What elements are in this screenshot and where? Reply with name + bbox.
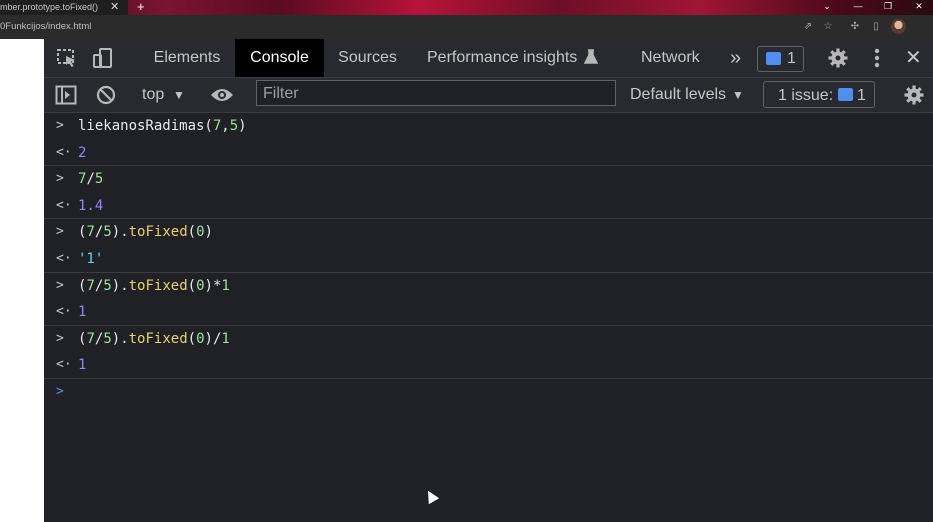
input-prompt-icon: > (56, 277, 64, 293)
levels-dropdown-icon[interactable]: ▼ (732, 78, 744, 112)
device-toolbar-icon[interactable] (92, 47, 114, 69)
console-result-row[interactable]: <· 1 (44, 299, 933, 326)
tab-search-icon[interactable]: ⌄ (812, 0, 842, 15)
url-text[interactable]: 0Funkcijos/index.html (0, 15, 91, 39)
input-prompt-icon: > (56, 118, 64, 133)
restore-icon[interactable]: ❐ (873, 0, 903, 15)
devtools-panel: Elements Console Sources Performance ins… (44, 39, 933, 522)
result-arrow-icon: <· (56, 250, 72, 266)
message-icon (766, 52, 781, 65)
console-input-row[interactable]: > (7/5).toFixed(0) (44, 219, 933, 246)
issues-label: 1 issue: (778, 87, 834, 104)
input-prompt-icon: > (56, 171, 64, 187)
browser-tab-title: mber.prototype.toFixed() - Jav (0, 2, 100, 12)
settings-gear-icon[interactable] (828, 48, 848, 68)
console-result-row[interactable]: <· '1' (44, 246, 933, 273)
console-result-text[interactable]: 1 (78, 299, 86, 326)
console-input-row[interactable]: > 7/5 (44, 166, 933, 193)
context-dropdown-icon[interactable]: ▼ (173, 78, 185, 112)
minimize-icon[interactable]: — (843, 0, 873, 15)
inspect-element-icon[interactable] (56, 48, 78, 68)
side-panel-icon[interactable]: ▯ (870, 21, 882, 33)
share-icon[interactable]: ⇗ (802, 21, 814, 33)
experimental-flask-icon (584, 49, 598, 64)
result-arrow-icon: <· (56, 144, 72, 160)
console-input-text[interactable]: (7/5).toFixed(0)*1 (78, 273, 230, 300)
tab-performance-insights[interactable]: Performance insights (427, 39, 577, 77)
console-result-text[interactable]: 1 (78, 352, 86, 379)
clear-console-icon[interactable] (96, 85, 116, 105)
bookmark-star-icon[interactable]: ☆ (822, 21, 834, 33)
console-input-text[interactable]: (7/5).toFixed(0)/1 (78, 326, 230, 353)
devtools-tab-bar: Elements Console Sources Performance ins… (44, 39, 933, 78)
console-prompt-row[interactable]: > (44, 379, 933, 406)
console-output[interactable]: > liekanosRadimas(7,5) <· 2 > 7/5 <· 1.4… (44, 113, 933, 406)
console-input-row[interactable]: > (7/5).toFixed(0)*1 (44, 273, 933, 300)
extensions-icon[interactable]: ✣ (849, 21, 861, 33)
page-content-area (0, 39, 44, 522)
tab-sources[interactable]: Sources (324, 39, 411, 77)
input-prompt-icon: > (56, 224, 64, 240)
messages-count: 1 (787, 50, 796, 67)
console-input-row[interactable]: > liekanosRadimas(7,5) (44, 113, 933, 140)
browser-tab[interactable]: mber.prototype.toFixed() - Jav ✕ (0, 0, 128, 15)
close-tab-icon[interactable]: ✕ (110, 0, 119, 15)
messages-button[interactable]: 1 (757, 46, 804, 72)
tab-console[interactable]: Console (235, 39, 324, 77)
tab-elements[interactable]: Elements (139, 39, 235, 77)
console-input-text[interactable]: liekanosRadimas(7,5) (78, 113, 247, 140)
more-tabs-chevron-icon[interactable]: » (730, 39, 741, 77)
console-input-text[interactable]: 7/5 (78, 166, 103, 193)
console-input-row[interactable]: > (7/5).toFixed(0)/1 (44, 326, 933, 353)
filter-input[interactable]: Filter (256, 80, 616, 106)
window-close-icon[interactable]: ✕ (904, 0, 933, 15)
sidebar-toggle-icon[interactable] (55, 85, 77, 105)
input-prompt-icon: > (56, 330, 64, 346)
result-arrow-icon: <· (56, 304, 72, 320)
profile-avatar[interactable] (891, 19, 906, 34)
console-result-text[interactable]: 1.4 (78, 193, 103, 220)
console-result-row[interactable]: <· 1 (44, 352, 933, 379)
context-selector[interactable]: top (142, 78, 164, 112)
active-prompt-icon: > (56, 383, 64, 399)
console-settings-gear-icon[interactable] (904, 85, 924, 105)
more-options-icon[interactable] (874, 48, 880, 68)
result-arrow-icon: <· (56, 357, 72, 373)
console-result-row[interactable]: <· 1.4 (44, 193, 933, 220)
log-levels-dropdown[interactable]: Default levels (630, 78, 726, 112)
console-result-text[interactable]: '1' (78, 246, 103, 273)
browser-tab-strip: mber.prototype.toFixed() - Jav ✕ + ⌄ — ❐… (0, 0, 933, 15)
issue-message-icon (838, 88, 853, 101)
close-devtools-icon[interactable]: ✕ (905, 39, 922, 77)
console-result-text[interactable]: 2 (78, 140, 86, 167)
console-result-row[interactable]: <· 2 (44, 140, 933, 167)
console-toolbar: top ▼ Filter Default levels ▼ 1 issue: 1 (44, 78, 933, 113)
issues-count: 1 (857, 87, 866, 104)
issues-button[interactable]: 1 issue: 1 (763, 81, 875, 108)
result-arrow-icon: <· (56, 197, 72, 213)
console-input-text[interactable]: (7/5).toFixed(0) (78, 219, 213, 246)
address-bar[interactable]: 0Funkcijos/index.html ⇗ ☆ ✣ ▯ (0, 15, 933, 39)
live-expression-eye-icon[interactable] (210, 87, 234, 103)
tab-network[interactable]: Network (641, 39, 700, 77)
new-tab-button[interactable]: + (137, 0, 145, 14)
